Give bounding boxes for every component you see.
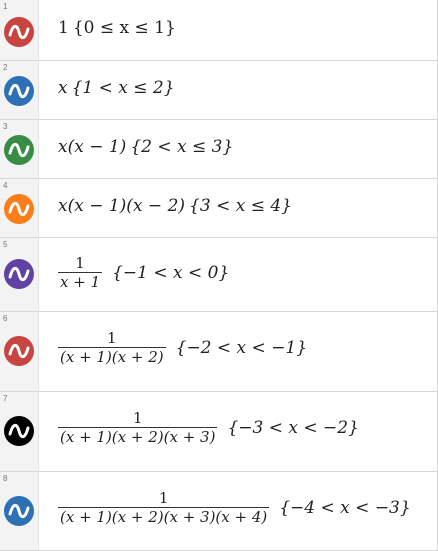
expression-gutter: 3 — [0, 120, 39, 178]
expression-formula[interactable]: x(x − 1)(x − 2) {3 < x ≤ 4} — [58, 196, 292, 216]
expression-text: x — [58, 78, 68, 98]
curve-icon[interactable] — [4, 259, 34, 289]
expression-text: x(x − 1)(x − 2) — [58, 196, 186, 216]
expression-gutter: 8 — [0, 472, 39, 550]
expression-condition: {3 < x ≤ 4} — [189, 196, 292, 216]
curve-icon[interactable] — [4, 76, 34, 106]
fraction: 1 (x + 1)(x + 2)(x + 3) — [58, 409, 218, 447]
expression-formula[interactable]: x(x − 1) {2 < x ≤ 3} — [58, 137, 233, 157]
expression-row-3[interactable]: 3 x(x − 1) {2 < x ≤ 3} — [0, 120, 438, 179]
expression-condition: {−4 < x < −3} — [279, 498, 411, 519]
curve-icon[interactable] — [4, 496, 34, 526]
fraction: 1 (x + 1)(x + 2)(x + 3)(x + 4) — [58, 489, 270, 527]
fraction-numerator: 1 — [75, 254, 85, 272]
expression-number: 7 — [3, 394, 8, 403]
expression-number: 4 — [3, 181, 8, 190]
expression-formula[interactable]: 1 (x + 1)(x + 2)(x + 3) {−3 < x < −2} — [58, 409, 359, 447]
expression-condition: {2 < x ≤ 3} — [130, 137, 234, 157]
expression-list: 1 1 {0 ≤ x ≤ 1} 2 x {1 < x ≤ 2} 3 x(x − … — [0, 0, 438, 551]
expression-number: 5 — [3, 240, 8, 249]
fraction-denominator: (x + 1)(x + 2) — [58, 347, 166, 367]
expression-gutter: 4 — [0, 179, 39, 237]
expression-condition: {−1 < x < 0} — [112, 263, 230, 284]
expression-row-6[interactable]: 6 1 (x + 1)(x + 2) {−2 < x < −1} — [0, 312, 438, 392]
expression-gutter: 6 — [0, 312, 39, 391]
expression-condition: {1 < x ≤ 2} — [71, 78, 175, 98]
expression-row-7[interactable]: 7 1 (x + 1)(x + 2)(x + 3) {−3 < x < −2} — [0, 392, 438, 472]
expression-row-4[interactable]: 4 x(x − 1)(x − 2) {3 < x ≤ 4} — [0, 179, 438, 238]
expression-text: 1 — [58, 18, 69, 38]
expression-number: 8 — [3, 474, 8, 483]
expression-gutter: 1 — [0, 0, 39, 60]
expression-number: 3 — [3, 122, 8, 131]
expression-gutter: 2 — [0, 61, 39, 119]
expression-condition: {0 ≤ x ≤ 1} — [72, 18, 176, 38]
fraction-denominator: (x + 1)(x + 2)(x + 3)(x + 4) — [58, 507, 270, 527]
curve-icon[interactable] — [4, 17, 34, 47]
expression-condition: {−2 < x < −1} — [175, 338, 308, 359]
fraction: 1 x + 1 — [58, 254, 103, 292]
expression-row-5[interactable]: 5 1 x + 1 {−1 < x < 0} — [0, 238, 438, 312]
expression-formula[interactable]: 1 (x + 1)(x + 2)(x + 3)(x + 4) {−4 < x <… — [58, 489, 411, 527]
expression-number: 2 — [3, 63, 8, 72]
expression-condition: {−3 < x < −2} — [227, 418, 359, 439]
expression-number: 1 — [3, 2, 8, 11]
expression-formula[interactable]: 1 {0 ≤ x ≤ 1} — [58, 18, 176, 38]
expression-row-2[interactable]: 2 x {1 < x ≤ 2} — [0, 61, 438, 120]
fraction-denominator: x + 1 — [58, 272, 103, 292]
expression-row-8[interactable]: 8 1 (x + 1)(x + 2)(x + 3)(x + 4) {−4 < x… — [0, 472, 438, 551]
fraction: 1 (x + 1)(x + 2) — [58, 329, 166, 367]
curve-icon[interactable] — [4, 135, 34, 165]
expression-formula[interactable]: x {1 < x ≤ 2} — [58, 78, 175, 98]
expression-text: x(x − 1) — [58, 137, 127, 157]
expression-formula[interactable]: 1 x + 1 {−1 < x < 0} — [58, 254, 230, 292]
curve-icon[interactable] — [4, 416, 34, 446]
curve-icon[interactable] — [4, 336, 34, 366]
curve-icon[interactable] — [4, 194, 34, 224]
expression-number: 6 — [3, 314, 8, 323]
expression-gutter: 5 — [0, 238, 39, 311]
fraction-numerator: 1 — [107, 329, 117, 347]
expression-row-1[interactable]: 1 1 {0 ≤ x ≤ 1} — [0, 0, 438, 61]
expression-gutter: 7 — [0, 392, 39, 471]
fraction-denominator: (x + 1)(x + 2)(x + 3) — [58, 427, 218, 447]
expression-formula[interactable]: 1 (x + 1)(x + 2) {−2 < x < −1} — [58, 329, 308, 367]
fraction-numerator: 1 — [158, 489, 169, 507]
fraction-numerator: 1 — [132, 409, 143, 427]
